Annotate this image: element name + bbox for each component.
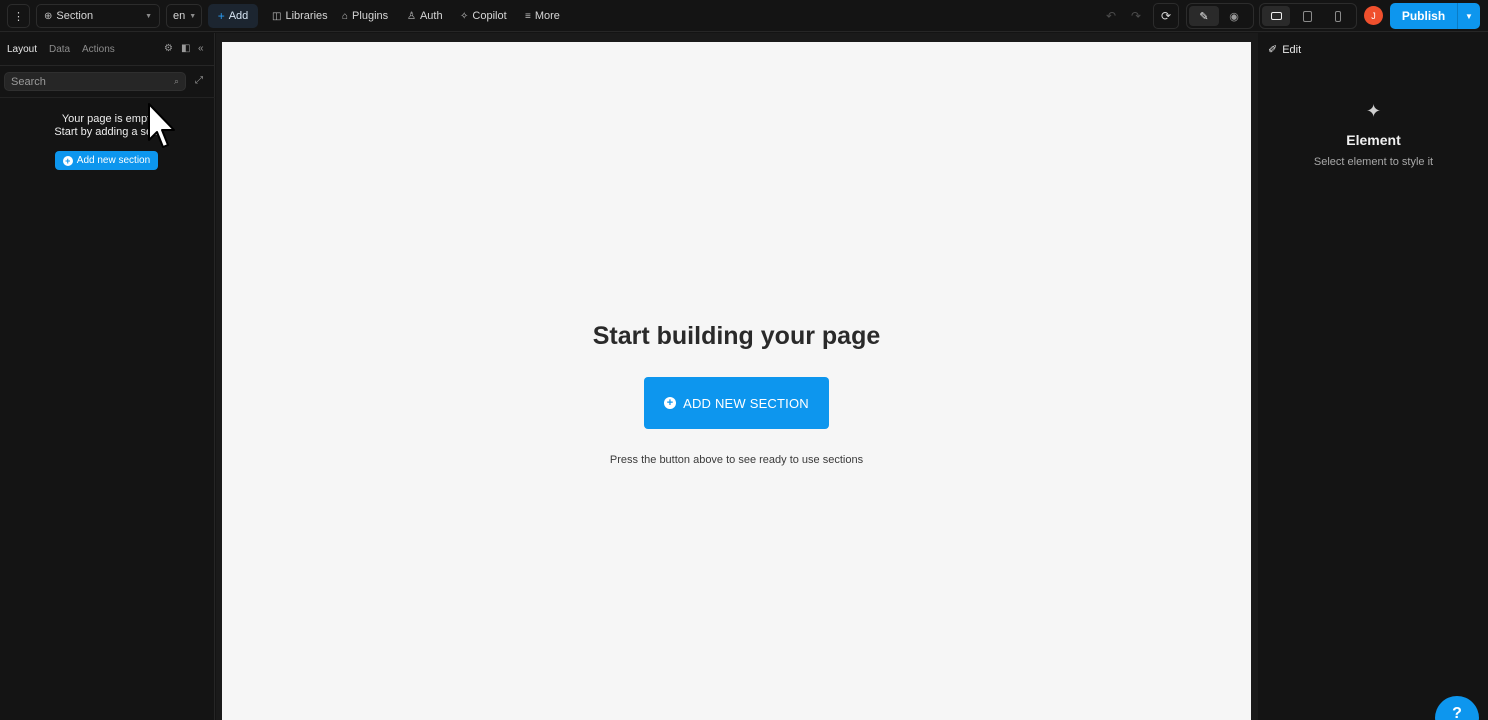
auth-label: Auth [419, 10, 443, 22]
canvas-area: Start building your page + ADD NEW SECTI… [216, 33, 1258, 720]
tablet-icon[interactable] [1293, 6, 1321, 26]
edit-label: Edit [1282, 43, 1302, 56]
sparkle-icon: ✧ [460, 10, 469, 22]
refresh-icon[interactable]: ⟳ [1153, 3, 1179, 29]
publish-button[interactable]: Publish [1390, 3, 1457, 29]
chevron-down-icon: ▼ [145, 12, 152, 20]
plus-circle-icon: + [62, 155, 73, 166]
hamburger-icon: ≡ [525, 10, 531, 22]
page-title: Start building your page [592, 322, 881, 350]
left-sidebar: Layout Data Actions ⚙ ◧ « ⌕ ⤢ Your page … [0, 33, 215, 720]
chat-icon: ? [1452, 705, 1462, 720]
search-field: ⌕ [4, 72, 186, 91]
chevron-down-icon[interactable]: ▼ [1457, 3, 1480, 29]
mouse-pointer-icon [148, 103, 175, 148]
page-canvas[interactable]: Start building your page + ADD NEW SECTI… [222, 42, 1251, 720]
divider [0, 97, 215, 98]
copilot-label: Copilot [472, 10, 507, 22]
plus-icon: + [217, 9, 225, 23]
language-select[interactable]: en ▼ [166, 4, 202, 28]
empty-page-message: Your page is empt Start by adding a sec [0, 113, 212, 139]
sparkle-icon: ✦ [1365, 101, 1382, 121]
publish-button-group: Publish ▼ [1390, 3, 1480, 29]
mode-toggle: ✎ ◉ [1186, 3, 1254, 29]
add-new-section-main-button[interactable]: + ADD NEW SECTION [644, 377, 829, 429]
more-label: More [534, 10, 560, 22]
search-input[interactable] [11, 75, 174, 88]
add-label: Add [228, 10, 249, 22]
page-select[interactable]: ⊕ Section ▼ [36, 4, 160, 28]
plugin-icon: ⌂ [342, 10, 349, 22]
more-button[interactable]: ≡ More [519, 4, 566, 28]
edit-mode-pencil-icon[interactable]: ✎ [1189, 6, 1219, 26]
add-new-section-button[interactable]: + Add new section [55, 151, 158, 170]
app-root: ⋮ ⊕ Section ▼ en ▼ + Add ◫ Libraries ⌂ P… [0, 0, 1488, 720]
tab-data[interactable]: Data [49, 44, 70, 55]
globe-icon: ⊕ [44, 10, 53, 22]
hint-text: Press the button above to see ready to u… [609, 454, 864, 466]
collapse-icon[interactable]: « [198, 43, 204, 54]
plugins-button[interactable]: ⌂ Plugins [336, 4, 394, 28]
element-subtitle: Select element to style it [1313, 156, 1434, 168]
user-icon: ♙ [407, 10, 416, 22]
sidebar-tabs: Layout Data Actions ⚙ ◧ « [0, 33, 215, 66]
chevron-down-icon: ▼ [189, 12, 197, 20]
device-switcher [1259, 3, 1357, 29]
top-toolbar: ⋮ ⊕ Section ▼ en ▼ + Add ◫ Libraries ⌂ P… [0, 0, 1488, 32]
libraries-button[interactable]: ◫ Libraries [266, 4, 334, 28]
undo-icon[interactable]: ↶ [1101, 4, 1121, 28]
tab-layout[interactable]: Layout [7, 44, 37, 55]
page-select-label: Section [56, 10, 94, 22]
plus-circle-icon: + [664, 397, 677, 409]
panel-icon[interactable]: ◧ [181, 43, 190, 54]
desktop-icon[interactable] [1262, 6, 1290, 26]
add-button[interactable]: + Add [208, 4, 258, 28]
plugins-label: Plugins [352, 10, 389, 22]
libraries-label: Libraries [285, 10, 328, 22]
add-new-section-label: Add new section [76, 155, 151, 166]
search-icon: ⌕ [173, 76, 179, 86]
right-panel: ✐ Edit ✦ Element Select element to style… [1259, 33, 1488, 720]
copilot-button[interactable]: ✧ Copilot [454, 4, 513, 28]
book-icon: ◫ [272, 10, 282, 22]
brush-icon: ✐ [1268, 44, 1278, 56]
preview-eye-icon[interactable]: ◉ [1219, 6, 1249, 26]
expand-icon[interactable]: ⤢ [195, 75, 203, 86]
language-label: en [173, 10, 186, 22]
element-title: Element [1346, 132, 1401, 148]
gear-icon[interactable]: ⚙ [164, 43, 173, 54]
menu-dots-icon[interactable]: ⋮ [7, 4, 30, 28]
edit-tab[interactable]: ✐ Edit [1268, 43, 1302, 57]
empty-line-1: Your page is empt [61, 113, 151, 125]
auth-button[interactable]: ♙ Auth [401, 4, 449, 28]
avatar[interactable]: J [1364, 6, 1383, 25]
tab-actions[interactable]: Actions [82, 44, 115, 55]
redo-icon[interactable]: ↷ [1126, 4, 1146, 28]
empty-line-2: Start by adding a sec [54, 126, 158, 138]
mobile-icon[interactable] [1324, 6, 1352, 26]
add-new-section-main-label: ADD NEW SECTION [683, 395, 809, 411]
